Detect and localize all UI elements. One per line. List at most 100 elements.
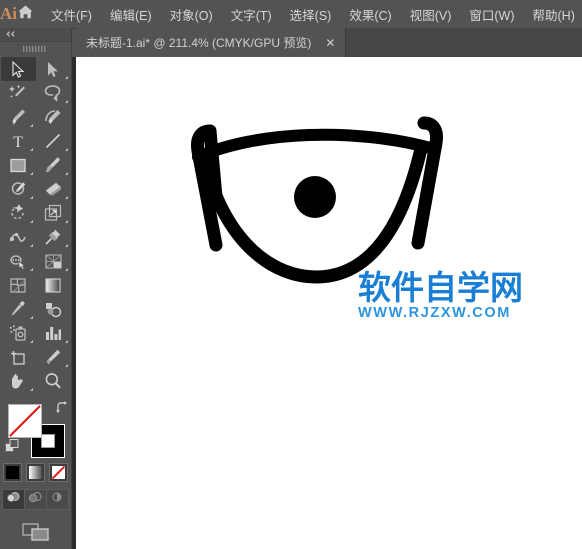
change-screen-mode-button[interactable] <box>19 522 53 546</box>
paintbrush-tool[interactable] <box>36 153 71 177</box>
canvas-area[interactable]: 软件自学网 WWW.RJZXW.COM <box>76 57 582 549</box>
eyedropper-tool[interactable] <box>1 297 36 321</box>
draw-normal-icon <box>6 490 21 509</box>
perspective-grid-tool[interactable] <box>36 249 71 273</box>
zoom-tool[interactable] <box>36 369 71 393</box>
close-icon[interactable]: ✕ <box>324 37 336 49</box>
blend-tool[interactable] <box>36 297 71 321</box>
illustrator-window: Ai 文件(F) 编辑(E) 对象(O) 文字(T) 选择(S) 效果(C) 视… <box>0 0 582 549</box>
shaper-pencil-icon <box>9 180 28 198</box>
curvature-tool[interactable] <box>36 105 71 129</box>
rectangle-icon <box>9 157 27 174</box>
line-segment-tool[interactable] <box>36 129 71 153</box>
gradient-square-icon <box>44 277 62 294</box>
curvature-icon <box>44 108 63 126</box>
type-tool[interactable]: T <box>1 129 36 153</box>
lasso-icon <box>44 84 62 102</box>
tool-expand-corner <box>29 388 33 391</box>
column-graph-tool[interactable] <box>36 321 71 345</box>
tool-expand-corner <box>29 340 33 343</box>
menu-bar: Ai 文件(F) 编辑(E) 对象(O) 文字(T) 选择(S) 效果(C) 视… <box>0 0 582 29</box>
color-button[interactable] <box>3 463 22 482</box>
menu-help[interactable]: 帮助(H) <box>524 0 582 28</box>
paintbrush-icon <box>44 156 62 174</box>
tool-expand-corner <box>64 244 68 247</box>
fill-swatch[interactable] <box>8 404 42 438</box>
tool-expand-corner <box>64 364 68 367</box>
menu-object[interactable]: 对象(O) <box>161 0 222 28</box>
default-fill-stroke-icon[interactable] <box>5 439 20 459</box>
artboard-tool[interactable] <box>1 345 36 369</box>
slice-tool[interactable] <box>36 345 71 369</box>
tool-expand-corner <box>64 220 68 223</box>
eraser-icon <box>44 181 63 198</box>
blend-icon <box>44 301 63 318</box>
none-swatch-icon <box>52 466 65 479</box>
lasso-tool[interactable] <box>36 81 71 105</box>
shape-builder-tool[interactable] <box>1 249 36 273</box>
document-tab-title: 未标题-1.ai* @ 211.4% (CMYK/GPU 预览) <box>86 36 312 50</box>
screen-mode-icon <box>21 522 50 547</box>
eraser-tool[interactable] <box>36 177 71 201</box>
menu-edit[interactable]: 编辑(E) <box>101 0 161 28</box>
rotate-tool[interactable] <box>1 201 36 225</box>
tool-expand-corner <box>64 268 68 271</box>
draw-normal-button[interactable] <box>1 489 25 510</box>
menu-select[interactable]: 选择(S) <box>281 0 341 28</box>
arrow-solid-icon <box>45 61 61 78</box>
menu-type[interactable]: 文字(T) <box>222 0 281 28</box>
pen-tool[interactable] <box>1 105 36 129</box>
line-segment-icon <box>44 132 62 150</box>
mesh-tool[interactable] <box>1 273 36 297</box>
draw-behind-icon <box>28 490 43 509</box>
solid-color-swatch-icon <box>6 466 19 479</box>
rectangle-tool[interactable] <box>1 153 36 177</box>
eye-glasses-artwork[interactable] <box>76 57 582 549</box>
symbol-sprayer-icon <box>9 324 28 342</box>
scale-icon <box>44 204 62 222</box>
tool-expand-corner <box>29 172 33 175</box>
draw-behind-button[interactable] <box>23 489 47 510</box>
hand-icon <box>9 372 27 390</box>
mesh-icon <box>9 277 27 294</box>
tool-expand-corner <box>29 316 33 319</box>
tool-expand-corner <box>64 100 68 103</box>
magic-wand-tool[interactable] <box>1 81 36 105</box>
collapse-panel-icon[interactable] <box>5 30 16 40</box>
document-tab[interactable]: 未标题-1.ai* @ 211.4% (CMYK/GPU 预览) ✕ <box>76 28 347 57</box>
tool-expand-corner <box>29 196 33 199</box>
shaper-tool[interactable] <box>1 177 36 201</box>
tool-expand-corner <box>64 148 68 151</box>
arrow-solid-outline-icon <box>10 60 26 78</box>
shape-builder-icon <box>9 253 28 270</box>
gradient-swatch-icon <box>29 466 42 479</box>
swap-fill-stroke-icon[interactable] <box>55 401 68 419</box>
tools-panel-grip[interactable] <box>0 42 71 56</box>
app-logo: Ai <box>0 4 17 23</box>
menu-effect[interactable]: 效果(C) <box>340 0 400 28</box>
direct-selection-tool[interactable] <box>36 57 71 81</box>
stroke-swatch-inner <box>41 434 55 448</box>
menu-view[interactable]: 视图(V) <box>401 0 461 28</box>
pen-icon <box>9 108 27 126</box>
draw-inside-button[interactable] <box>45 489 69 510</box>
gradient-button[interactable] <box>26 463 45 482</box>
none-slash-icon <box>9 405 41 437</box>
width-tool[interactable] <box>1 225 36 249</box>
hand-tool[interactable] <box>1 369 36 393</box>
color-mode-row <box>0 463 71 482</box>
magic-wand-icon <box>9 84 27 102</box>
tool-expand-corner <box>29 268 33 271</box>
selection-tool[interactable] <box>0 57 36 81</box>
free-transform-tool[interactable] <box>36 225 71 249</box>
tool-expand-corner <box>29 124 33 127</box>
none-button[interactable] <box>49 463 68 482</box>
tool-expand-corner <box>64 196 68 199</box>
scale-tool[interactable] <box>36 201 71 225</box>
menu-file[interactable]: 文件(F) <box>42 0 101 28</box>
symbol-sprayer-tool[interactable] <box>1 321 36 345</box>
home-button[interactable] <box>17 0 34 28</box>
menu-window[interactable]: 窗口(W) <box>460 0 523 28</box>
tool-expand-corner <box>64 340 68 343</box>
gradient-tool[interactable] <box>36 273 71 297</box>
